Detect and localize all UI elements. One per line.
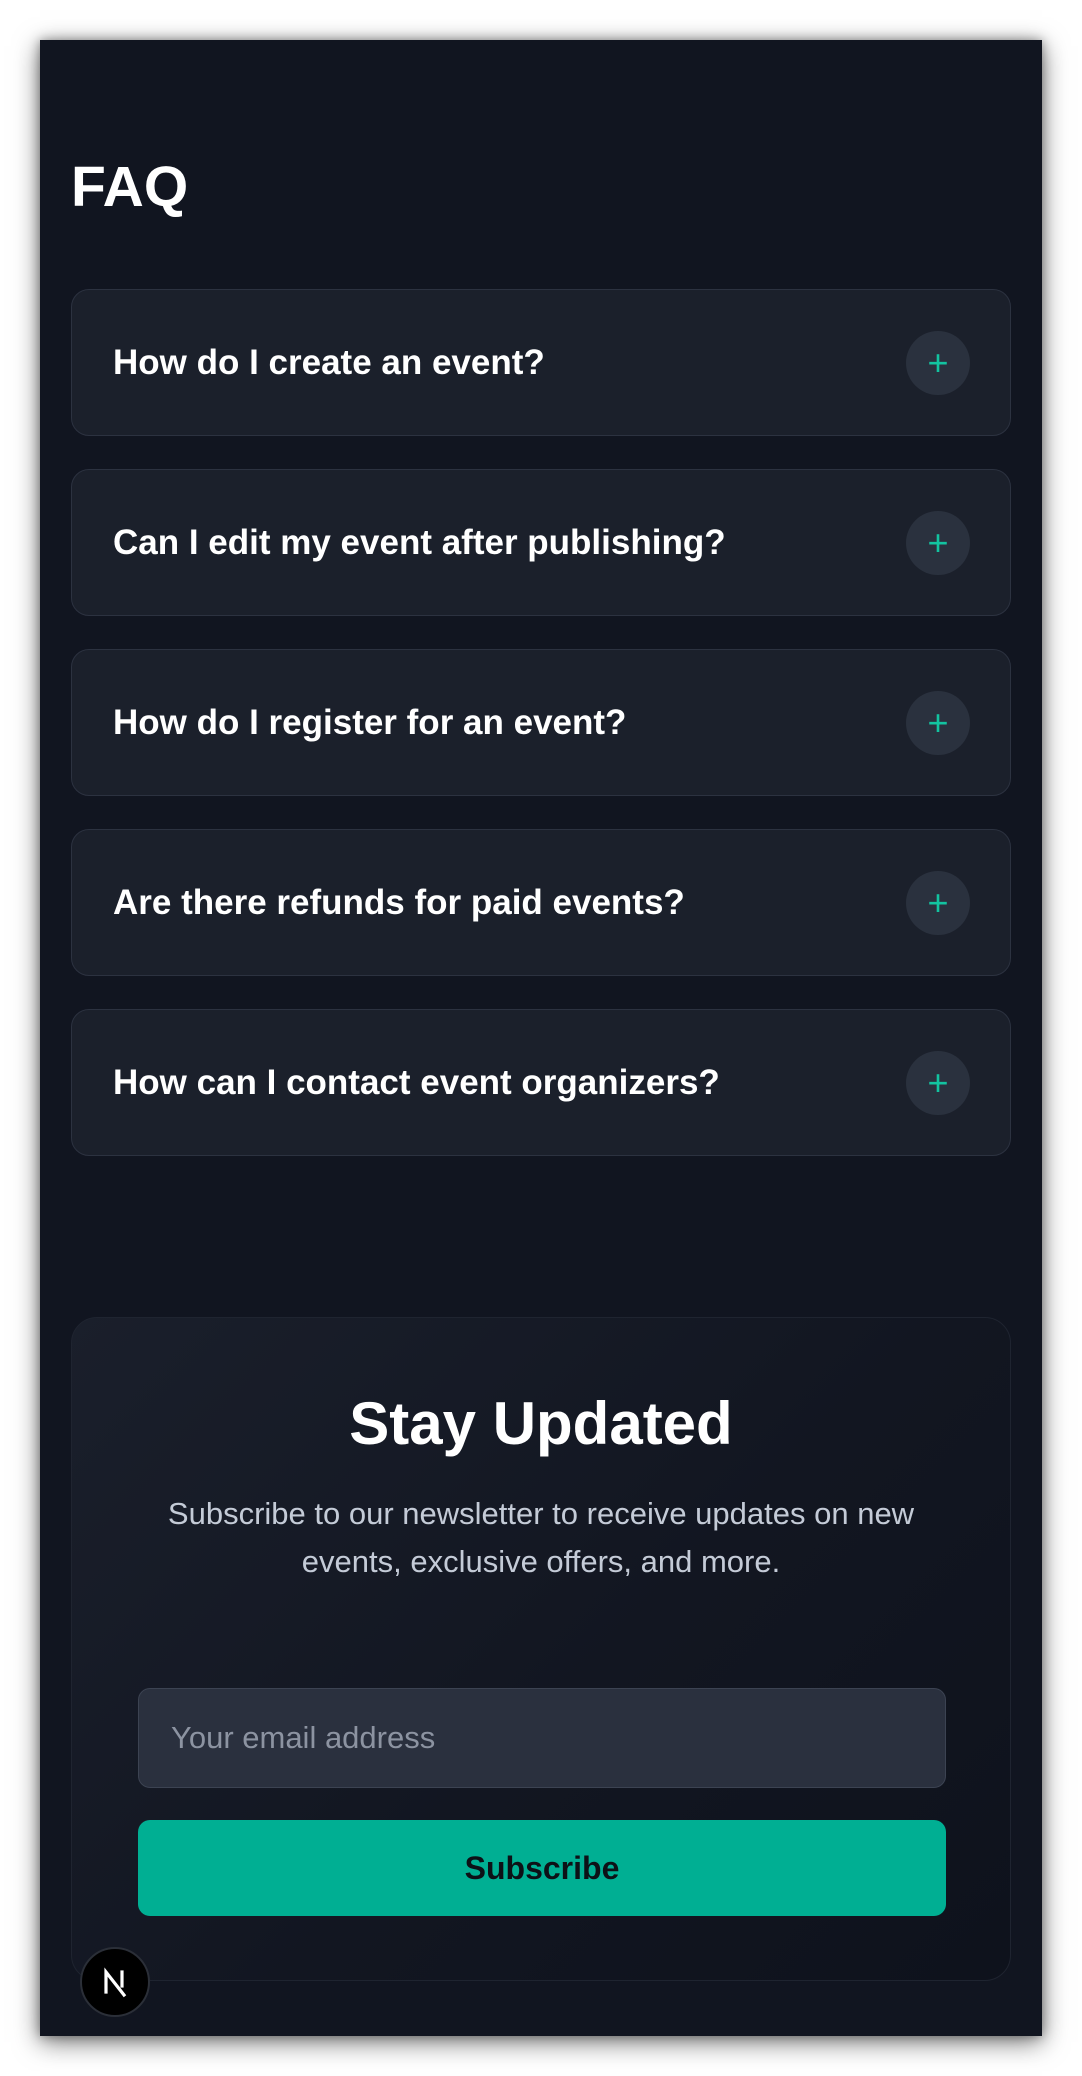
faq-item-contact-organizers[interactable]: How can I contact event organizers? + [71,1009,1011,1156]
faq-item-create-event[interactable]: How do I create an event? + [71,289,1011,436]
faq-question: How do I register for an event? [113,702,627,742]
faq-item-refunds[interactable]: Are there refunds for paid events? + [71,829,1011,976]
faq-question: How can I contact event organizers? [113,1062,720,1102]
plus-icon[interactable]: + [906,1050,970,1115]
newsletter-card: Stay Updated Subscribe to our newsletter… [71,1317,1011,1981]
email-input[interactable] [138,1688,946,1788]
plus-icon[interactable]: + [906,510,970,575]
page: FAQ How do I create an event? + Can I ed… [40,40,1042,2036]
nextjs-n-glyph [104,1967,127,1998]
faq-item-edit-event[interactable]: Can I edit my event after publishing? + [71,469,1011,616]
plus-icon[interactable]: + [906,330,970,395]
plus-icon[interactable]: + [906,690,970,755]
newsletter-heading: Stay Updated [349,1390,733,1457]
faq-question: Can I edit my event after publishing? [113,522,726,562]
faq-item-register-event[interactable]: How do I register for an event? + [71,649,1011,796]
nextjs-logo-icon[interactable] [80,1947,150,2017]
plus-icon[interactable]: + [906,870,970,935]
faq-list: How do I create an event? + Can I edit m… [71,289,1011,1189]
newsletter-description: Subscribe to our newsletter to receive u… [167,1496,915,1579]
faq-heading: FAQ [71,155,189,219]
faq-question: How do I create an event? [113,342,545,382]
subscribe-button[interactable]: Subscribe [138,1820,946,1916]
faq-question: Are there refunds for paid events? [113,882,685,922]
